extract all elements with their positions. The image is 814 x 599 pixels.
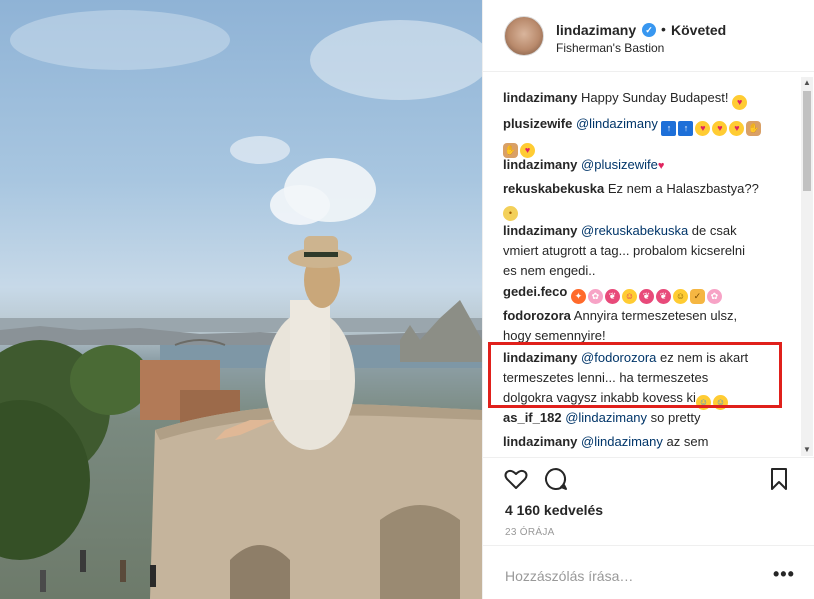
post-timestamp[interactable]: 23 ÓRÁJA [505, 527, 555, 538]
grinning-face-emoji-icon: ☺ [621, 289, 637, 304]
comment-item: rekuskabekuska Ez nem a Halaszbastya?? • [503, 179, 793, 221]
flushed-face-emoji-icon: • [503, 206, 518, 221]
bookmark-icon[interactable] [766, 466, 792, 492]
author-username[interactable]: lindazimany [556, 22, 636, 38]
comment-username[interactable]: lindazimany [503, 90, 577, 105]
comment-mention[interactable]: @lindazimany [576, 116, 658, 131]
comment-username[interactable]: lindazimany [503, 157, 577, 172]
comment-username[interactable]: as_if_182 [503, 410, 562, 425]
comment-text: so pretty [647, 410, 701, 425]
comment-item: fodorozora Annyira termeszetesen ulsz, h… [503, 306, 793, 346]
avatar[interactable] [504, 16, 544, 56]
comment-mention[interactable]: @lindazimany [581, 434, 663, 449]
scrollbar-thumb[interactable] [803, 91, 811, 191]
collision-emoji-icon: ✦ [570, 289, 586, 304]
blossom-emoji-icon: ✿ [706, 289, 722, 304]
comment-mention[interactable]: @plusizewife [581, 157, 658, 172]
blossom-emoji-icon: ✿ [587, 289, 603, 304]
location-link[interactable]: Fisherman's Bastion [556, 41, 664, 55]
post-side-panel: lindazimany ✓ • Követed Fisherman's Bast… [482, 0, 814, 599]
highlight-box [488, 342, 782, 408]
scroll-down-arrow-icon[interactable]: ▼ [801, 444, 813, 456]
comment-text: Ez nem a Halaszbastya?? [607, 181, 759, 196]
more-options-icon[interactable]: ••• [773, 564, 795, 585]
comment-text: az sem [662, 434, 709, 449]
comment-item: lindazimany @rekuskabekuska de csak vmie… [503, 221, 793, 281]
like-heart-icon[interactable] [503, 466, 529, 492]
top-emoji-icon: ↑ [678, 121, 694, 136]
photo-illustration [0, 10, 482, 599]
thumbs-up-emoji-icon: ✓ [689, 289, 705, 304]
comment-item: lindazimany @plusizewife♥ [503, 155, 793, 176]
comment-item: gedei.feco ✦ ✿ ❦ ☺ ❦ ❦ ☺ ✓ ✿ [503, 282, 793, 304]
clapping-hands-emoji-icon: ✋ [746, 121, 762, 136]
add-comment-input[interactable]: Hozzászólás írása… [505, 568, 633, 584]
comment-item: as_if_182 @lindazimany so pretty [503, 408, 793, 428]
comment-text: de csak [688, 223, 737, 238]
tulip-emoji-icon: ❦ [638, 289, 654, 304]
comment-mention[interactable]: @lindazimany [565, 410, 647, 425]
likes-count[interactable]: 4 160 kedvelés [505, 502, 603, 518]
following-button[interactable]: Követed [671, 22, 726, 38]
comment-item: lindazimany Happy Sunday Budapest! ♥ [503, 88, 793, 110]
comment-username[interactable]: plusizewife [503, 116, 572, 131]
comment-username[interactable]: lindazimany [503, 223, 577, 238]
comment-username[interactable]: lindazimany [503, 434, 577, 449]
comment-username[interactable]: gedei.feco [503, 284, 567, 299]
verified-badge-icon: ✓ [642, 23, 656, 37]
comment-item: lindazimany @lindazimany az sem [503, 432, 793, 452]
comment-username[interactable]: fodorozora [503, 308, 571, 323]
comment-bubble-icon[interactable] [543, 466, 569, 492]
post-header: lindazimany ✓ • Követed Fisherman's Bast… [483, 0, 814, 72]
red-heart-emoji-icon: ♥ [657, 160, 665, 172]
heart-eyes-emoji-icon: ♥ [729, 121, 745, 136]
comment-text-line: vmiert atugrott a tag... probalom kicser… [503, 243, 746, 258]
scroll-up-arrow-icon[interactable]: ▲ [801, 77, 813, 89]
comment-mention[interactable]: @rekuskabekuska [581, 223, 688, 238]
comments-scrollbar[interactable]: ▲ ▼ [801, 77, 813, 456]
comment-username[interactable]: rekuskabekuska [503, 181, 604, 196]
tulip-emoji-icon: ❦ [655, 289, 671, 304]
comment-text-line: hogy semennyire! [503, 328, 606, 343]
post-photo[interactable] [0, 0, 482, 599]
separator-dot: • [661, 21, 666, 37]
post-actions [483, 460, 814, 500]
top-emoji-icon: ↑ [661, 121, 677, 136]
add-comment-bar: Hozzászólás írása… ••• [483, 545, 814, 599]
heart-eyes-emoji-icon: ♥ [695, 121, 711, 136]
heart-eyes-emoji-icon: ♥ [732, 95, 748, 110]
comment-item: plusizewife @lindazimany ↑ ↑ ♥ ♥ ♥ ✋ ✋ ♥ [503, 114, 793, 158]
comment-text: Annyira termeszetesen ulsz, [573, 308, 738, 323]
heart-eyes-emoji-icon: ♥ [712, 121, 728, 136]
smiling-face-emoji-icon: ☺ [672, 289, 688, 304]
tulip-emoji-icon: ❦ [604, 289, 620, 304]
comment-text-line: es nem engedi.. [503, 263, 596, 278]
comment-text: Happy Sunday Budapest! [581, 90, 733, 105]
